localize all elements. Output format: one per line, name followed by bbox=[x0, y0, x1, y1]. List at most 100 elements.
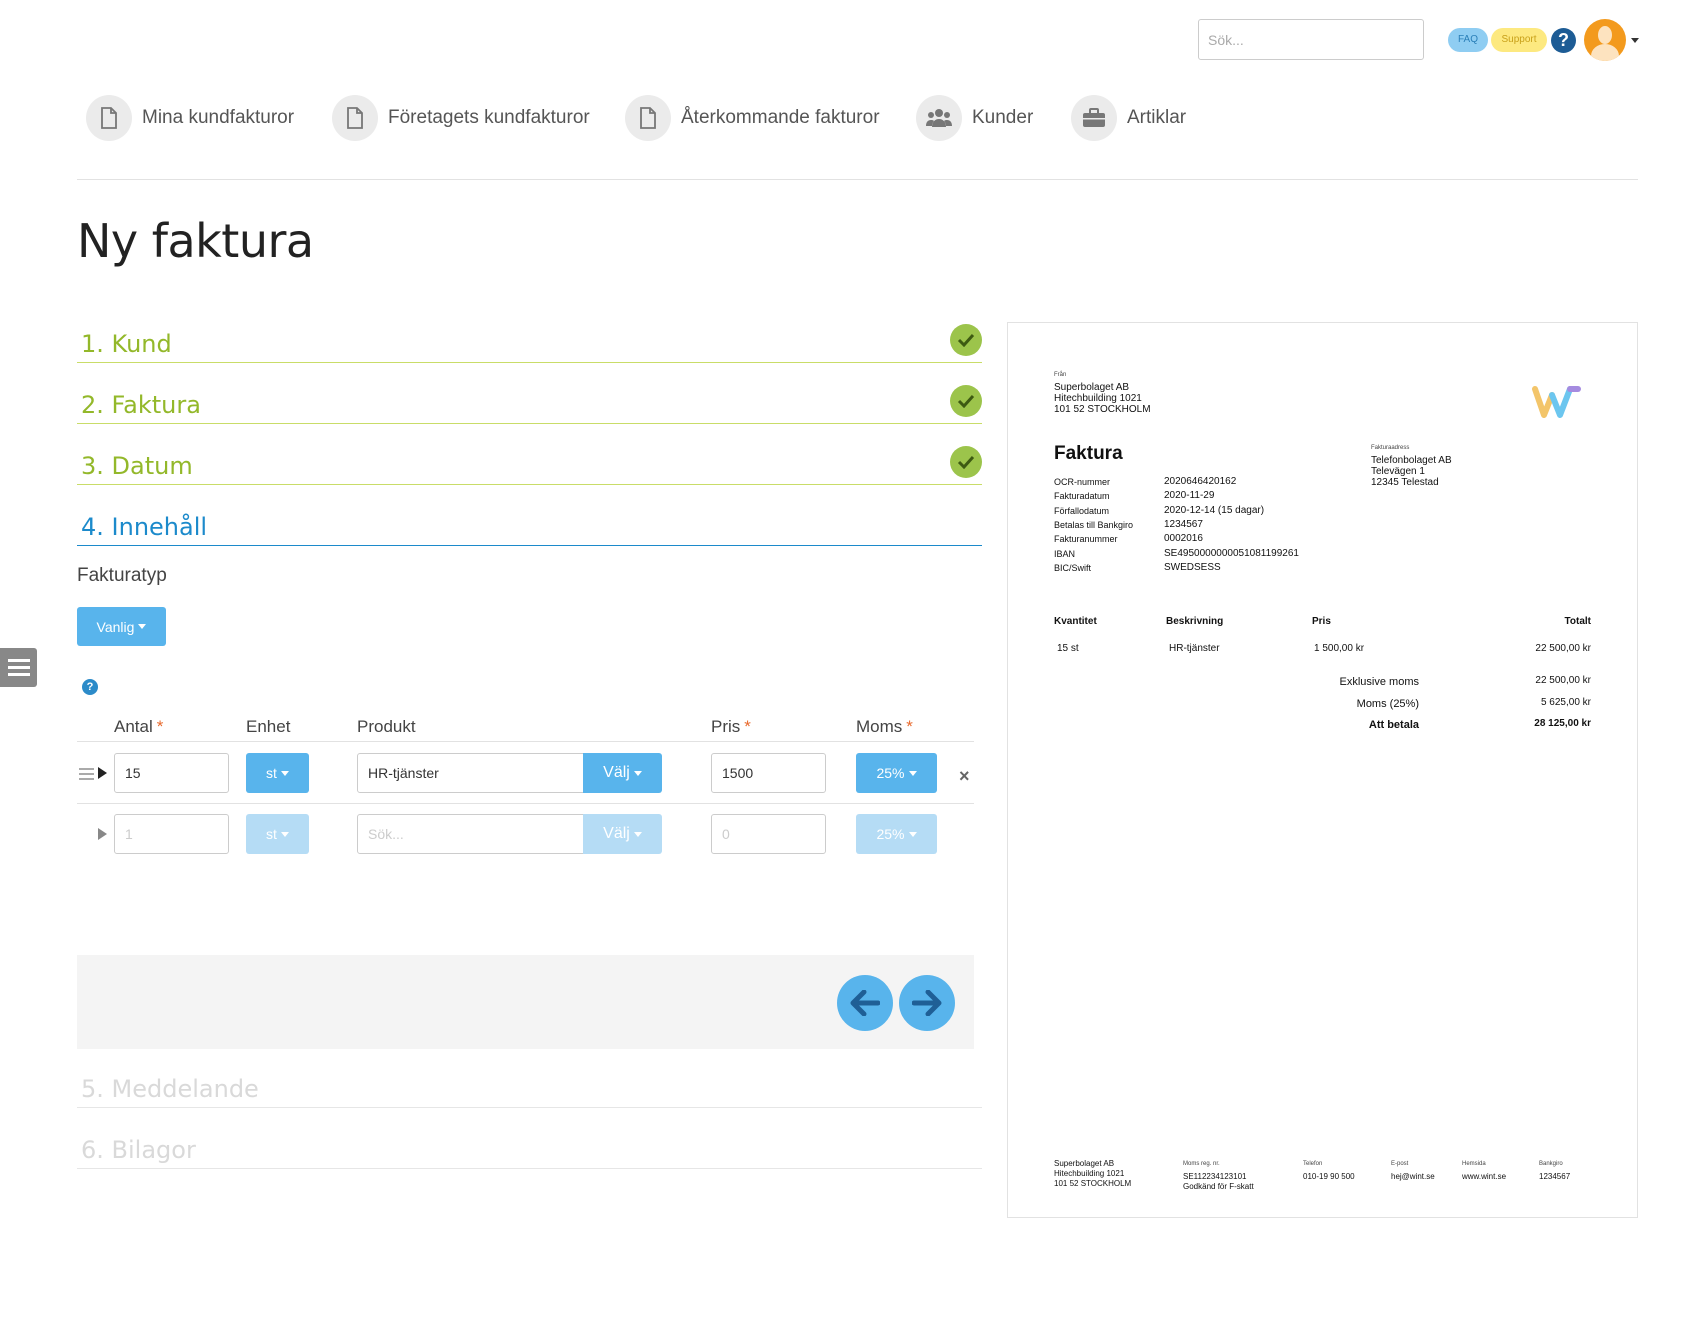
footer-phone-label: Telefon bbox=[1303, 1161, 1323, 1167]
moms-dropdown[interactable]: 25% bbox=[856, 814, 937, 854]
step-label: 2. Faktura bbox=[81, 391, 201, 419]
next-step-button[interactable] bbox=[899, 975, 955, 1031]
nav-item-label: Mina kundfakturor bbox=[142, 107, 295, 128]
chevron-down-icon bbox=[138, 624, 147, 629]
summary-label: Exklusive moms bbox=[1339, 676, 1419, 688]
sidebar-toggle-button[interactable] bbox=[0, 648, 37, 687]
pris-input[interactable] bbox=[711, 753, 826, 793]
footer-vat-line: Godkänd för F-skatt bbox=[1183, 1182, 1254, 1191]
step-label: 4. Innehåll bbox=[81, 513, 208, 541]
nav-item-artiklar[interactable]: Artiklar bbox=[1071, 95, 1186, 141]
valj-produkt-button[interactable]: Välj bbox=[583, 753, 662, 793]
footer-web: www.wint.se bbox=[1462, 1172, 1507, 1181]
summary-label: Att betala bbox=[1368, 719, 1419, 731]
detail-label: Förfallodatum bbox=[1054, 506, 1110, 516]
chevron-down-icon bbox=[280, 831, 289, 837]
support-button[interactable]: Support bbox=[1491, 28, 1547, 52]
step-label: 6. Bilagor bbox=[81, 1136, 196, 1164]
step-innehall[interactable]: 4. Innehåll bbox=[77, 506, 982, 546]
detail-value: 0002016 bbox=[1164, 533, 1203, 544]
footer-web-label: Hemsida bbox=[1462, 1161, 1486, 1167]
produkt-search-input[interactable] bbox=[357, 814, 584, 854]
detail-label: OCR-nummer bbox=[1054, 477, 1111, 487]
nav-item-label: Kunder bbox=[972, 107, 1034, 128]
remove-row-icon[interactable]: × bbox=[959, 766, 970, 787]
nav-item-aterkommande-fakturor[interactable]: Återkommande fakturor bbox=[625, 95, 880, 141]
column-header-produkt: Produkt bbox=[357, 717, 416, 736]
step-kund[interactable]: 1. Kund bbox=[77, 323, 982, 363]
footer-company-line: Superbolaget AB bbox=[1054, 1159, 1115, 1168]
chevron-down-icon[interactable] bbox=[1631, 38, 1639, 43]
table-cell: 15 st bbox=[1057, 643, 1079, 654]
nav-item-kunder[interactable]: Kunder bbox=[916, 95, 1033, 141]
moms-value: 25% bbox=[876, 826, 905, 842]
antal-input[interactable] bbox=[114, 753, 229, 793]
table-cell: HR-tjänster bbox=[1169, 643, 1220, 654]
enhet-dropdown[interactable]: st bbox=[246, 814, 309, 854]
faq-button[interactable]: FAQ bbox=[1448, 28, 1488, 52]
enhet-value: st bbox=[266, 826, 277, 842]
antal-input[interactable] bbox=[114, 814, 229, 854]
company-logo bbox=[1532, 386, 1581, 418]
detail-value: SWEDSESS bbox=[1164, 562, 1221, 573]
enhet-dropdown[interactable]: st bbox=[246, 753, 309, 793]
step-datum[interactable]: 3. Datum bbox=[77, 445, 982, 485]
chevron-down-icon bbox=[633, 770, 642, 776]
detail-label: IBAN bbox=[1054, 549, 1076, 559]
address-line: 12345 Telestad bbox=[1371, 477, 1439, 488]
divider bbox=[77, 179, 1638, 180]
address-line: Telefonbolaget AB bbox=[1371, 455, 1452, 466]
step-bilagor[interactable]: 6. Bilagor bbox=[77, 1129, 982, 1169]
page-title: Ny faktura bbox=[77, 214, 314, 268]
enhet-value: st bbox=[266, 765, 277, 781]
nav-item-label: Företagets kundfakturor bbox=[388, 107, 590, 128]
detail-value: 2020-11-29 bbox=[1164, 490, 1215, 501]
from-line: Superbolaget AB bbox=[1054, 382, 1130, 393]
search-input[interactable] bbox=[1198, 19, 1424, 60]
pris-input[interactable] bbox=[711, 814, 826, 854]
fakturatyp-dropdown[interactable]: Vanlig bbox=[77, 607, 166, 646]
from-label: Från bbox=[1054, 372, 1067, 378]
previous-step-button[interactable] bbox=[837, 975, 893, 1031]
produkt-input[interactable] bbox=[357, 753, 584, 793]
table-cell: 1 500,00 kr bbox=[1314, 643, 1365, 654]
arrow-right-icon bbox=[912, 990, 942, 1016]
from-line: 101 52 STOCKHOLM bbox=[1054, 404, 1151, 415]
address-line: Televägen 1 bbox=[1371, 466, 1425, 477]
valj-label: Välj bbox=[603, 764, 630, 781]
fakturatyp-label: Fakturatyp bbox=[77, 565, 167, 586]
check-icon bbox=[950, 324, 982, 356]
check-icon bbox=[950, 446, 982, 478]
help-icon[interactable]: ? bbox=[1551, 28, 1576, 53]
arrow-left-icon bbox=[850, 990, 880, 1016]
from-line: Hitechbuilding 1021 bbox=[1054, 393, 1142, 404]
footer-email-label: E-post bbox=[1391, 1161, 1409, 1167]
expand-row-icon[interactable] bbox=[98, 828, 107, 840]
valj-produkt-button[interactable]: Välj bbox=[583, 814, 662, 854]
help-icon[interactable]: ? bbox=[82, 679, 98, 695]
detail-label: Fakturanummer bbox=[1054, 534, 1118, 544]
chevron-down-icon bbox=[280, 770, 289, 776]
column-header-pris: Pris * bbox=[711, 717, 751, 736]
table-header-price: Pris bbox=[1312, 616, 1331, 627]
expand-row-icon[interactable] bbox=[98, 767, 107, 779]
summary-value: 28 125,00 kr bbox=[1534, 718, 1591, 729]
table-header-qty: Kvantitet bbox=[1054, 616, 1097, 627]
detail-label: Fakturadatum bbox=[1054, 491, 1110, 501]
step-label: 1. Kund bbox=[81, 330, 172, 358]
step-meddelande[interactable]: 5. Meddelande bbox=[77, 1068, 982, 1108]
document-icon bbox=[332, 95, 378, 141]
avatar[interactable] bbox=[1584, 19, 1626, 61]
drag-handle-icon[interactable] bbox=[79, 768, 94, 783]
chevron-down-icon bbox=[633, 831, 642, 837]
detail-value: 2020-12-14 (15 dagar) bbox=[1164, 505, 1265, 516]
step-label: 3. Datum bbox=[81, 452, 193, 480]
nav-item-foretagets-kundfakturor[interactable]: Företagets kundfakturor bbox=[332, 95, 590, 141]
step-faktura[interactable]: 2. Faktura bbox=[77, 384, 982, 424]
summary-value: 5 625,00 kr bbox=[1540, 697, 1591, 708]
detail-value: 2020646420162 bbox=[1164, 476, 1237, 487]
detail-value: SE4950000000051081199261 bbox=[1164, 548, 1299, 559]
nav-item-mina-kundfakturor[interactable]: Mina kundfakturor bbox=[86, 95, 294, 141]
moms-dropdown[interactable]: 25% bbox=[856, 753, 937, 793]
invoice-title: Faktura bbox=[1054, 443, 1123, 464]
